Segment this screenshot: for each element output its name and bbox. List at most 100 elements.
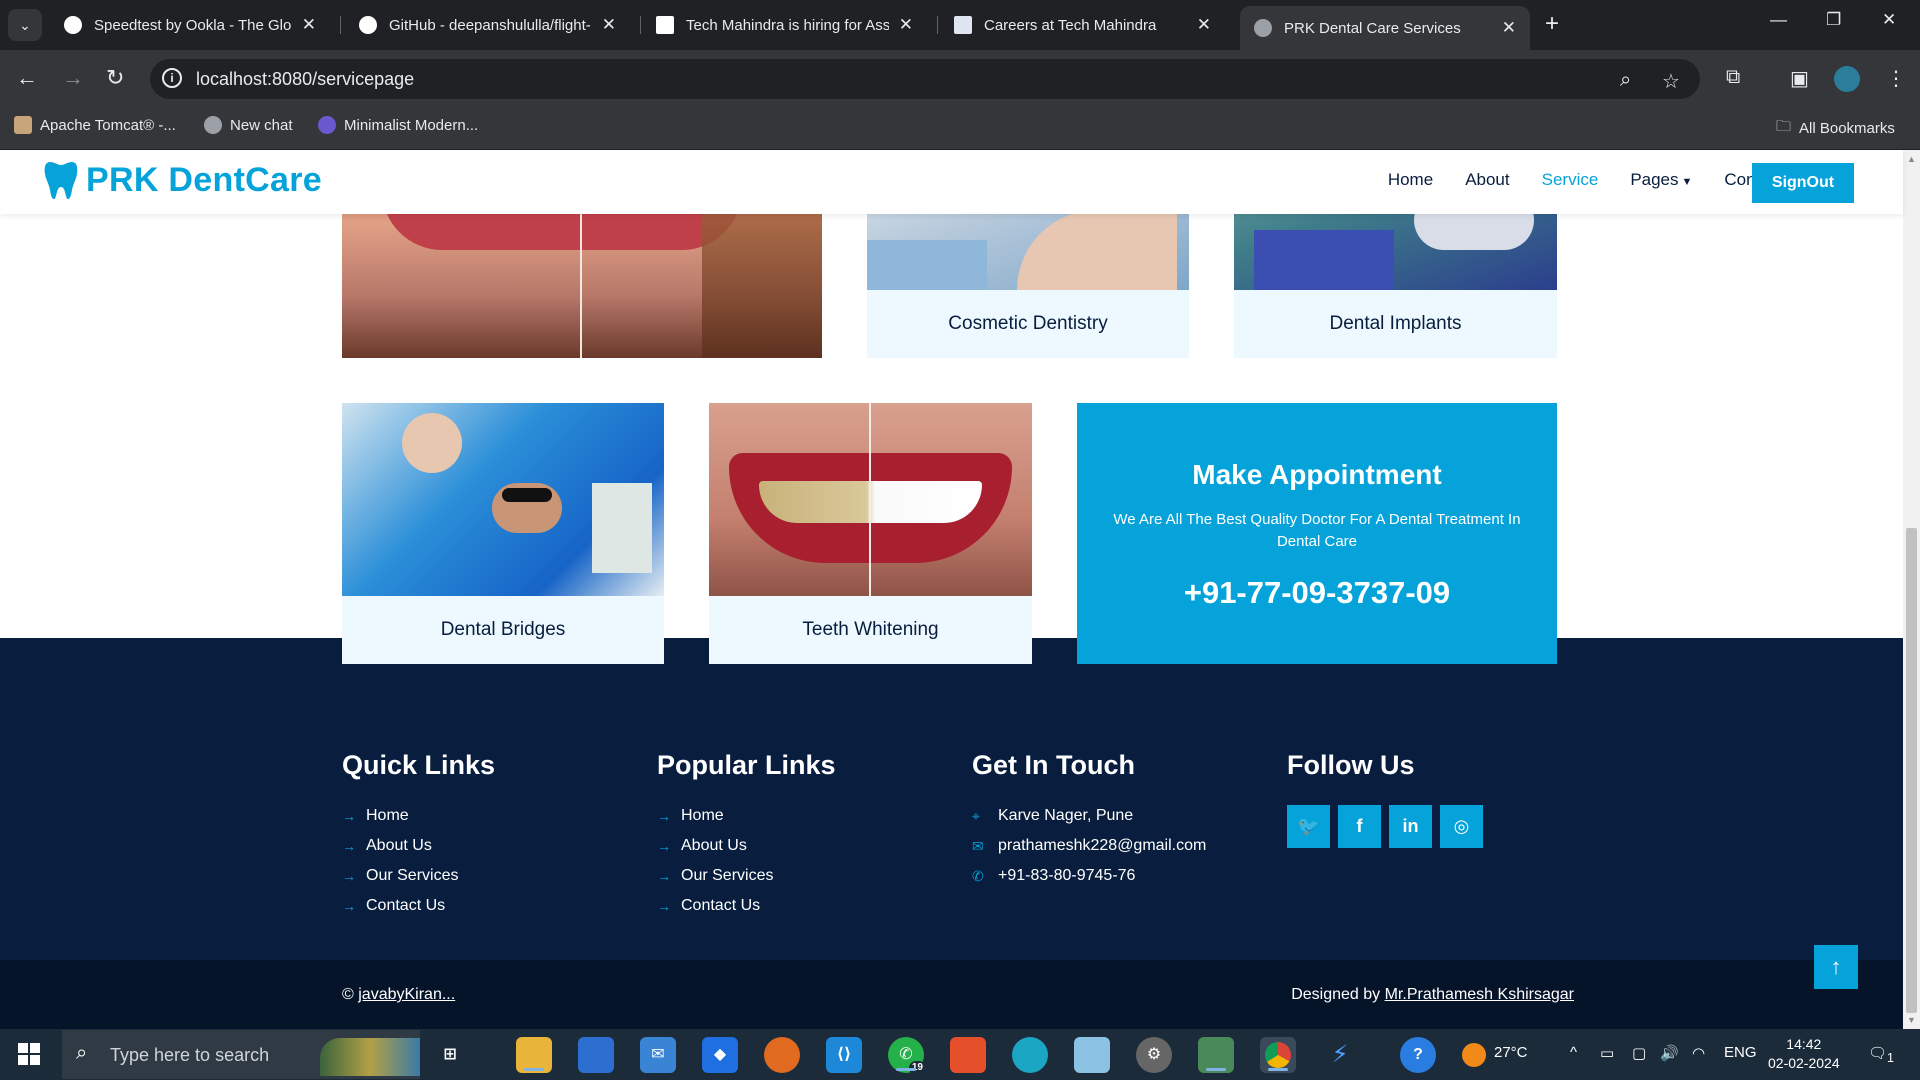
- tab-title: Tech Mahindra is hiring for Associate: [686, 16, 889, 34]
- back-to-top-button[interactable]: ↑: [1814, 945, 1858, 989]
- all-bookmarks[interactable]: 🗀 All Bookmarks: [1776, 116, 1895, 141]
- twitter-icon[interactable]: 🐦: [1287, 805, 1330, 848]
- url-text[interactable]: localhost:8080/servicepage: [196, 69, 414, 90]
- tab-github[interactable]: GitHub - deepanshululla/flight- ✕: [345, 8, 630, 42]
- notepad-icon[interactable]: [1074, 1037, 1110, 1073]
- signout-button[interactable]: SignOut: [1752, 163, 1854, 203]
- footer-link[interactable]: → Home: [657, 801, 836, 831]
- meet-now-icon[interactable]: ▢: [1632, 1044, 1646, 1062]
- mail-icon[interactable]: ✉: [640, 1037, 676, 1073]
- brave-icon[interactable]: [950, 1037, 986, 1073]
- scroll-down-icon[interactable]: ▼: [1907, 1015, 1916, 1025]
- address-bar[interactable]: i localhost:8080/servicepage ⌕ ☆: [150, 59, 1700, 99]
- service-card-teeth-whitening[interactable]: Teeth Whitening: [709, 596, 1032, 664]
- linkedin-icon[interactable]: in: [1389, 805, 1432, 848]
- volume-icon[interactable]: 🔊: [1660, 1044, 1679, 1062]
- service-card-dental-implants[interactable]: Dental Implants: [1234, 290, 1557, 358]
- new-tab-button[interactable]: +: [1545, 10, 1559, 38]
- close-icon[interactable]: ✕: [602, 15, 616, 35]
- scrollbar-thumb[interactable]: [1906, 528, 1917, 1013]
- close-icon[interactable]: ✕: [899, 15, 913, 35]
- nav-pages-label: Pages: [1630, 170, 1679, 189]
- arrow-right-icon: →: [342, 838, 356, 854]
- file-explorer-icon[interactable]: [516, 1037, 552, 1073]
- facebook-icon[interactable]: f: [1338, 805, 1381, 848]
- close-icon[interactable]: ✕: [1502, 18, 1516, 38]
- appointment-phone[interactable]: +91-77-09-3737-09: [1077, 575, 1557, 611]
- whatsapp-icon[interactable]: ✆ 19: [888, 1037, 926, 1075]
- service-card-cosmetic-dentistry[interactable]: Cosmetic Dentistry: [867, 290, 1189, 358]
- taskbar-search[interactable]: ⌕ Type here to search: [62, 1030, 420, 1079]
- task-view-icon[interactable]: ⊞: [432, 1037, 468, 1073]
- chrome-icon[interactable]: [1260, 1037, 1296, 1073]
- help-icon[interactable]: ?: [1400, 1037, 1436, 1073]
- tab-careers[interactable]: Careers at Tech Mahindra ✕: [940, 8, 1225, 42]
- wifi-icon[interactable]: ◠: [1692, 1044, 1705, 1062]
- bookmark-star-icon[interactable]: ☆: [1662, 69, 1680, 94]
- contact-email[interactable]: ✉ prathameshk228@gmail.com: [972, 831, 1206, 861]
- windows-start-icon[interactable]: [18, 1043, 40, 1065]
- ms-store-icon[interactable]: [578, 1037, 614, 1073]
- nav-about[interactable]: About: [1465, 170, 1509, 190]
- postman-bolt-icon[interactable]: ⚡: [1322, 1037, 1358, 1073]
- language-indicator[interactable]: ENG: [1724, 1044, 1757, 1061]
- footer-link[interactable]: → Our Services: [342, 861, 495, 891]
- site-logo[interactable]: PRK DentCare: [44, 160, 322, 200]
- footer-link[interactable]: → Home: [342, 801, 495, 831]
- reload-icon[interactable]: ↻: [106, 65, 124, 91]
- tomcat-icon: [14, 116, 32, 134]
- nav-pages[interactable]: Pages ▼: [1630, 170, 1692, 190]
- tab-search-button[interactable]: ⌄: [8, 9, 42, 41]
- instagram-icon[interactable]: ◎: [1440, 805, 1483, 848]
- nav-service[interactable]: Service: [1542, 170, 1599, 190]
- scroll-up-icon[interactable]: ▲: [1907, 154, 1916, 164]
- notification-count: 1: [1887, 1051, 1894, 1065]
- clock[interactable]: 14:42 02-02-2024: [1768, 1035, 1840, 1073]
- page-scrollbar[interactable]: ▲ ▼: [1903, 150, 1920, 1029]
- footer-link[interactable]: → About Us: [657, 831, 836, 861]
- close-window-icon[interactable]: ✕: [1882, 10, 1896, 30]
- footer-link[interactable]: → Our Services: [657, 861, 836, 891]
- footer-link[interactable]: → Contact Us: [342, 891, 495, 921]
- copyright-link[interactable]: javabyKiran...: [358, 986, 455, 1003]
- forward-icon[interactable]: →: [62, 65, 84, 91]
- extensions-icon[interactable]: ⧉: [1726, 66, 1740, 89]
- tray-chevron-icon[interactable]: ^: [1570, 1044, 1577, 1061]
- restore-icon[interactable]: ❐: [1826, 10, 1841, 30]
- nav-home[interactable]: Home: [1388, 170, 1433, 190]
- bookmark-minimalist[interactable]: Minimalist Modern...: [318, 116, 478, 134]
- profile-avatar[interactable]: [1834, 66, 1860, 92]
- battery-icon[interactable]: ▭: [1600, 1044, 1614, 1062]
- footer-link[interactable]: → About Us: [342, 831, 495, 861]
- back-icon[interactable]: ←: [16, 65, 38, 91]
- service-card-dental-bridges[interactable]: Dental Bridges: [342, 596, 664, 664]
- zoom-icon[interactable]: ⌕: [1620, 69, 1631, 92]
- bookmark-new-chat[interactable]: New chat: [204, 116, 293, 134]
- firefox-icon[interactable]: [764, 1037, 800, 1073]
- vscode-icon[interactable]: ⟨⟩: [826, 1037, 862, 1073]
- weather-icon[interactable]: [1462, 1043, 1486, 1067]
- close-icon[interactable]: ✕: [302, 15, 316, 35]
- notifications-icon[interactable]: 🗨1: [1868, 1044, 1894, 1065]
- terminal-icon[interactable]: [1198, 1037, 1234, 1073]
- clock-date: 02-02-2024: [1768, 1055, 1840, 1071]
- edge-icon[interactable]: [1012, 1037, 1048, 1073]
- dropbox-icon[interactable]: ◆: [702, 1037, 738, 1073]
- footer-heading: Popular Links: [657, 750, 836, 780]
- designer-link[interactable]: Mr.Prathamesh Kshirsagar: [1385, 986, 1574, 1003]
- close-icon[interactable]: ✕: [1197, 15, 1211, 35]
- side-panel-icon[interactable]: ▣: [1790, 66, 1809, 91]
- footer-link[interactable]: → Contact Us: [657, 891, 836, 921]
- tab-gmail[interactable]: Tech Mahindra is hiring for Associate ✕: [642, 8, 927, 42]
- minimize-icon[interactable]: —: [1770, 10, 1787, 30]
- bookmark-label: Apache Tomcat® -...: [40, 116, 176, 134]
- tab-prk-dental[interactable]: PRK Dental Care Services ✕: [1240, 6, 1530, 50]
- tab-speedtest[interactable]: Speedtest by Ookla - The Global Broadban…: [50, 8, 330, 42]
- arrow-right-icon: →: [657, 898, 671, 914]
- contact-phone[interactable]: ✆ +91-83-80-9745-76: [972, 861, 1206, 891]
- bookmark-tomcat[interactable]: Apache Tomcat® -...: [14, 116, 176, 134]
- settings-gear-icon[interactable]: ⚙: [1136, 1037, 1172, 1073]
- site-info-icon[interactable]: i: [162, 68, 182, 88]
- menu-kebab-icon[interactable]: ⋮: [1886, 66, 1906, 91]
- weather-temp[interactable]: 27°C: [1494, 1044, 1528, 1061]
